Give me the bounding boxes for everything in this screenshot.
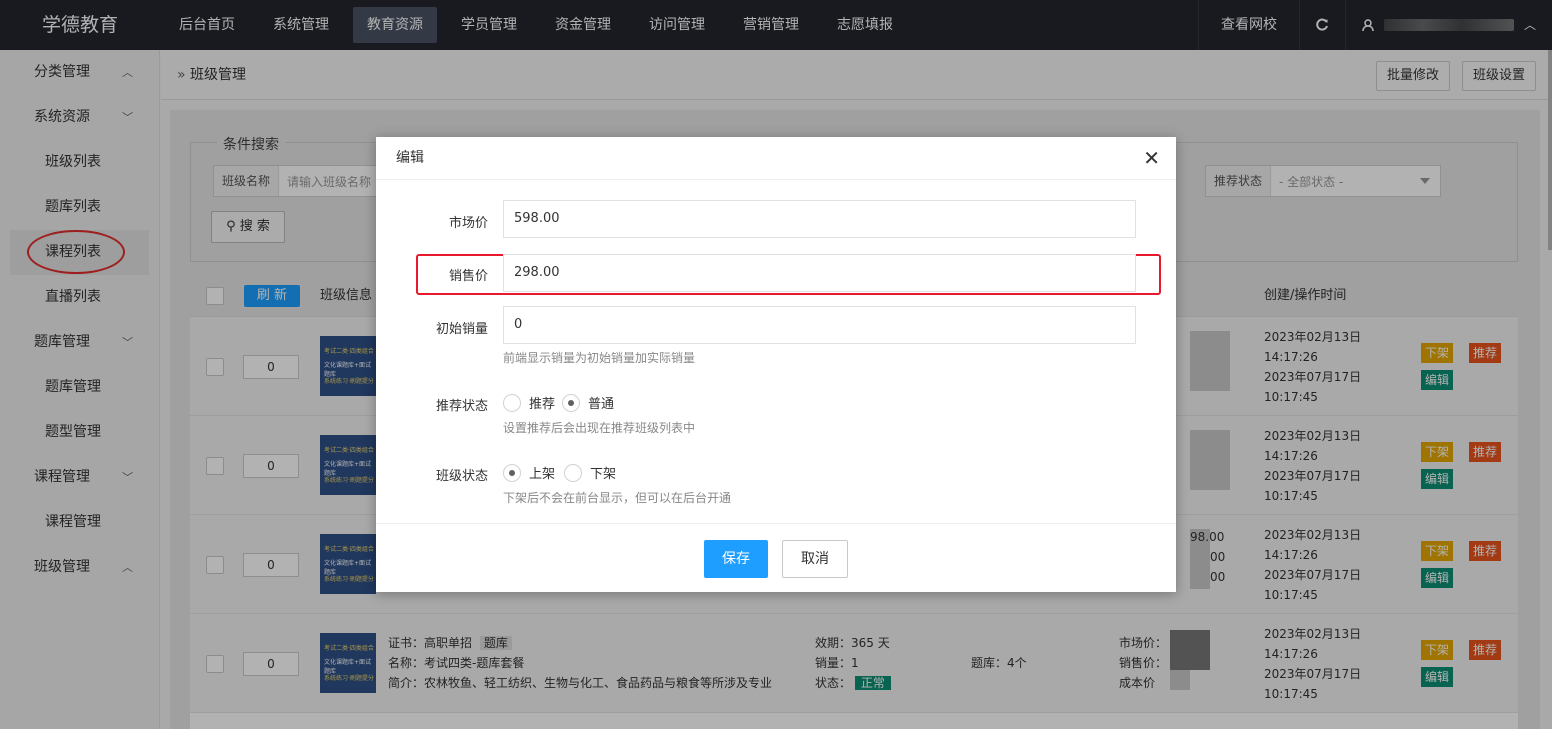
edit-modal: 编辑 ✕ 市场价 598.00 销售价 298.00 初始销量 0 前端显示销量… xyxy=(376,137,1176,592)
sale-price-label: 销售价 xyxy=(448,269,488,284)
radio-label: 上架 xyxy=(529,467,556,482)
radio-circle xyxy=(503,393,521,412)
radio-circle-checked xyxy=(503,463,521,482)
modal-footer xyxy=(376,523,1176,592)
radio-online[interactable]: 上架 xyxy=(503,463,555,482)
market-price-input[interactable]: 598.00 xyxy=(503,200,1136,238)
modal-header: 编辑 ✕ xyxy=(376,137,1176,180)
initial-sales-input[interactable]: 0 xyxy=(503,306,1136,344)
radio-offline[interactable]: 下架 xyxy=(564,463,616,482)
radio-label: 推荐 xyxy=(529,397,556,412)
class-status-label: 班级状态 xyxy=(435,469,488,484)
radio-recommend[interactable]: 推荐 xyxy=(503,393,555,412)
save-button[interactable]: 保存 xyxy=(704,540,768,578)
modal-title: 编辑 xyxy=(396,150,424,166)
cancel-button[interactable]: 取消 xyxy=(782,540,848,578)
radio-circle xyxy=(564,463,582,482)
market-price-label: 市场价 xyxy=(448,216,488,231)
radio-normal[interactable]: 普通 xyxy=(562,393,614,412)
sale-price-input[interactable]: 298.00 xyxy=(503,254,1136,292)
recommend-hint: 设置推荐后会出现在推荐班级列表中 xyxy=(503,421,696,435)
radio-circle-checked xyxy=(562,393,580,412)
radio-label: 下架 xyxy=(590,467,617,482)
class-status-hint: 下架后不会在前台显示，但可以在后台开通 xyxy=(503,491,732,505)
close-icon[interactable]: ✕ xyxy=(1143,137,1160,180)
initial-sales-hint: 前端显示销量为初始销量加实际销量 xyxy=(503,351,696,365)
radio-label: 普通 xyxy=(588,397,615,412)
initial-sales-label: 初始销量 xyxy=(435,322,488,337)
recommend-status-label: 推荐状态 xyxy=(435,399,488,414)
